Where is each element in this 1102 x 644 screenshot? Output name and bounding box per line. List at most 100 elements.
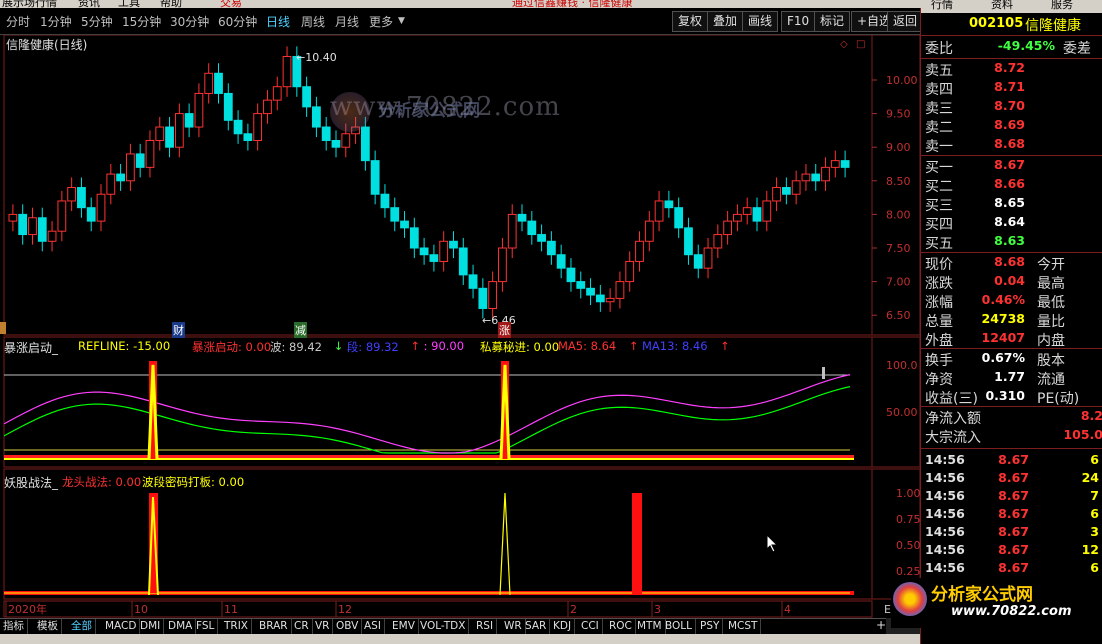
back-button[interactable]: 返回 xyxy=(887,11,924,32)
left-scroll-arrow-icon[interactable] xyxy=(0,322,6,334)
stat-row-value: 12407 xyxy=(981,330,1026,345)
tab-hangqing[interactable]: 行情 xyxy=(931,0,953,12)
cursor-marker xyxy=(822,367,825,379)
tab-fuwu[interactable]: 服务 xyxy=(1051,0,1073,12)
more-dropdown-icon[interactable]: ▼ xyxy=(398,16,405,26)
kline-chart-area[interactable]: ◇ □ 10.00 9.50 9.00 8.50 8.00 7.50 7.00 6.50 10… xyxy=(0,35,920,618)
candle-body xyxy=(527,220,537,236)
tab-全部[interactable]: 全部 xyxy=(68,619,96,634)
tab-psy[interactable]: PSY xyxy=(697,619,724,634)
ask-row: 卖二 8.69 xyxy=(921,117,1102,136)
candle-body xyxy=(478,287,488,309)
tab-指标[interactable]: 指标 xyxy=(0,619,28,634)
period-more[interactable]: 更多 xyxy=(369,13,393,30)
menu-item[interactable]: 资讯 xyxy=(78,0,100,8)
add-tab-button[interactable]: + xyxy=(876,618,886,633)
period-daily[interactable]: 日线 xyxy=(266,13,290,30)
tab-rsi[interactable]: RSI xyxy=(473,619,498,634)
tick-price: 8.67 xyxy=(998,470,1029,485)
stat2-row-label: 收益(三) xyxy=(925,391,978,407)
candle-body xyxy=(174,113,184,148)
indicator2-name[interactable]: 妖股战法_ xyxy=(4,474,58,491)
candle-body xyxy=(135,153,145,168)
overlay-button[interactable]: 叠加 xyxy=(707,11,744,32)
tab-asi[interactable]: ASI xyxy=(361,619,385,634)
candle-body xyxy=(693,254,703,269)
marker-cai[interactable]: 财 xyxy=(172,322,185,338)
period-5min[interactable]: 5分钟 xyxy=(81,13,113,30)
tab-cci[interactable]: CCI xyxy=(578,619,603,634)
chart-title: 信隆健康(日线) xyxy=(6,38,88,52)
candle-body xyxy=(321,126,331,141)
tab-macd[interactable]: MACD xyxy=(102,619,141,634)
tick-time: 14:56 xyxy=(925,524,965,539)
candle-body xyxy=(37,217,47,242)
menu-item[interactable]: 工具 xyxy=(118,0,140,8)
candle-body xyxy=(821,166,830,182)
tab-roc[interactable]: ROC xyxy=(606,619,636,634)
period-15min[interactable]: 15分钟 xyxy=(122,13,161,30)
tab-brar[interactable]: BRAR xyxy=(256,619,292,634)
candle-body xyxy=(194,92,204,128)
candle-body xyxy=(400,220,409,229)
marker-zhang[interactable]: 涨 xyxy=(498,322,511,338)
diamond-icon[interactable]: ◇ xyxy=(840,39,848,50)
tab-emv[interactable]: EMV xyxy=(389,619,419,634)
stat-row-label: 总量 xyxy=(925,314,953,330)
tick-volume: 6 xyxy=(1090,452,1099,467)
tab-trix[interactable]: TRIX xyxy=(221,619,252,634)
stat2-row-right-label: PE(动) xyxy=(1037,391,1080,407)
stat-row-label: 涨跌 xyxy=(925,276,953,292)
bid-row: 买三 8.65 xyxy=(921,195,1102,214)
candle-body xyxy=(106,173,116,195)
period-fenshi[interactable]: 分时 xyxy=(6,13,30,30)
fuquan-button[interactable]: 复权 xyxy=(672,11,709,32)
menu-item[interactable]: 展示场行情 xyxy=(2,0,57,8)
tab-vol-tdx[interactable]: VOL-TDX xyxy=(417,619,470,634)
flow-label: 大宗流入 xyxy=(925,430,981,446)
flow-value: 105.0 xyxy=(1063,427,1102,442)
period-weekly[interactable]: 周线 xyxy=(301,13,325,30)
marker-jian[interactable]: 减 xyxy=(294,322,307,338)
tab-mtm[interactable]: MTM xyxy=(634,619,666,634)
candle-body xyxy=(67,187,77,202)
period-30min[interactable]: 30分钟 xyxy=(170,13,209,30)
candle-body xyxy=(165,126,174,148)
bid-row-label: 买二 xyxy=(925,179,953,195)
tab-mcst[interactable]: MCST xyxy=(725,619,762,634)
period-1min[interactable]: 1分钟 xyxy=(40,13,72,30)
candle-body xyxy=(409,227,419,249)
tab-dma[interactable]: DMA xyxy=(165,619,197,634)
tab-boll[interactable]: BOLL xyxy=(662,619,696,634)
candle-body xyxy=(184,113,194,128)
tab-模板[interactable]: 模板 xyxy=(34,619,62,634)
high-price-value: 10.40 xyxy=(305,51,337,64)
candle-body xyxy=(566,267,576,283)
tab-kdj[interactable]: KDJ xyxy=(550,619,576,634)
tab-sar[interactable]: SAR xyxy=(522,619,551,634)
period-toolbar: 分时 1分钟 5分钟 15分钟 30分钟 60分钟 日线 周线 月线 更多 ▼ … xyxy=(0,8,924,35)
indicator-value: ↑ xyxy=(410,339,421,353)
menu-item[interactable]: 帮助 xyxy=(160,0,182,8)
menu-item[interactable]: 交易 xyxy=(220,0,242,8)
period-60min[interactable]: 60分钟 xyxy=(218,13,257,30)
indicator1-name[interactable]: 暴涨启动_ xyxy=(4,339,58,356)
tab-cr[interactable]: CR xyxy=(291,619,313,634)
f10-button[interactable]: F10 xyxy=(781,11,816,32)
tab-vr[interactable]: VR xyxy=(312,619,334,634)
draw-line-button[interactable]: 画线 xyxy=(742,11,779,32)
tab-ziliao[interactable]: 资料 xyxy=(991,0,1013,12)
restore-icon[interactable]: □ xyxy=(856,39,865,50)
tab-dmi[interactable]: DMI xyxy=(137,619,165,634)
stat2-row: 净资 1.77 流通 xyxy=(921,369,1102,388)
flow-row: 净流入额 8.2 xyxy=(921,408,1102,427)
candle-body xyxy=(8,213,18,222)
stat-row: 涨幅 0.46% 最低 xyxy=(921,292,1102,311)
time-tick-label: 12 xyxy=(338,603,352,616)
ask-row-value: 8.69 xyxy=(994,117,1025,132)
mark-button[interactable]: 标记 xyxy=(814,11,851,32)
tab-fsl[interactable]: FSL xyxy=(193,619,219,634)
period-monthly[interactable]: 月线 xyxy=(335,13,359,30)
tab-obv[interactable]: OBV xyxy=(333,619,363,634)
stat-row-value: 0.04 xyxy=(994,273,1025,288)
